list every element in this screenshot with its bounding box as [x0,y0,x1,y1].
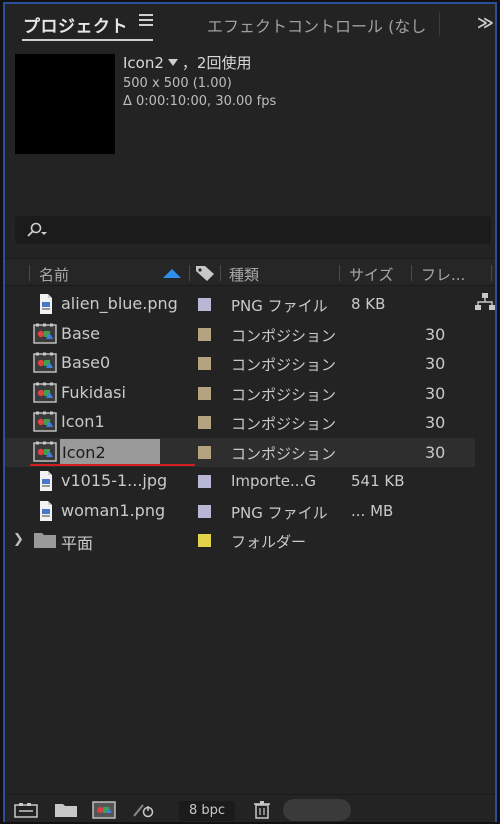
tab-divider [439,12,440,36]
composition-icon [33,382,57,404]
column-divider[interactable] [491,265,492,281]
column-type[interactable]: 種類 [229,264,259,285]
column-header: 名前 種類 サイズ フレ... [5,258,495,286]
item-frame-rate: 30 [425,383,446,403]
preview-usage: ，2回使用 [181,54,252,72]
more-tabs-icon[interactable]: ≫ [477,13,494,32]
item-name[interactable]: v1015-1...jpg [61,471,167,490]
item-name[interactable]: alien_blue.png [61,294,178,313]
item-row[interactable]: Base コンポジション 30 [5,320,475,349]
project-settings-icon[interactable] [131,800,157,820]
new-folder-icon[interactable] [53,800,79,820]
item-frame-rate: 30 [425,324,446,344]
item-row[interactable]: woman1.png PNG ファイル ... MB [5,497,475,526]
item-name[interactable]: Icon2 [60,438,160,466]
label-color-swatch[interactable] [198,386,211,400]
folder-row[interactable]: ❯ 平面 フォルダー [5,526,475,555]
project-panel: プロジェクト エフェクトコントロール (なし ≫ Icon2 ，2回使用 500 … [3,2,497,822]
item-type: Importe...G [231,472,316,490]
preview-info: Icon2 ，2回使用 500 x 500 (1.00) Δ 0:00:10:00… [123,52,276,109]
flowchart-icon[interactable] [474,292,496,312]
item-frame-rate: 30 [425,413,446,432]
item-type: コンポジション [231,385,337,404]
file-icon [33,293,57,315]
column-size[interactable]: サイズ [349,264,394,285]
preview-dimensions: 500 x 500 (1.00) [123,76,232,91]
label-color-swatch[interactable] [198,504,211,518]
item-name[interactable]: 平面 [61,530,93,554]
preview-duration: Δ 0:00:10:00, 30.00 fps [123,94,277,109]
active-tab-indicator [22,39,153,41]
preview-name-line[interactable]: Icon2 ，2回使用 [123,52,276,73]
label-color-swatch[interactable] [198,534,211,547]
composition-icon [33,323,57,345]
item-name[interactable]: Fukidasi [61,383,126,402]
item-type: コンポジション [231,415,337,433]
composition-icon [33,352,57,374]
column-divider[interactable] [339,265,340,281]
item-type: コンポジション [231,326,337,345]
search-icon[interactable] [25,222,49,238]
label-color-swatch[interactable] [198,298,211,311]
item-row[interactable]: Base0 コンポジション 30 [5,349,475,378]
label-color-swatch[interactable] [198,475,211,488]
label-color-swatch[interactable] [198,416,211,429]
column-divider[interactable] [220,265,221,281]
label-color-swatch[interactable] [198,357,211,370]
column-divider[interactable] [189,265,190,281]
search-input[interactable] [15,216,491,244]
item-size: ... MB [351,501,394,520]
horizontal-scrollbar[interactable] [283,799,351,821]
label-tag-icon[interactable] [194,264,216,282]
column-divider[interactable] [29,265,30,281]
item-row[interactable]: Fukidasi コンポジション 30 [5,379,475,408]
interpret-footage-icon[interactable] [13,800,39,820]
bottom-toolbar: 8 bpc [5,794,495,822]
item-size: 541 KB [351,472,405,490]
file-icon [33,470,57,492]
folder-icon [33,529,57,551]
item-row[interactable]: alien_blue.png PNG ファイル 8 KB [5,290,475,319]
item-type: フォルダー [231,533,307,551]
selection-underline [30,464,195,466]
tab-effect-controls[interactable]: エフェクトコントロール (なし [207,13,439,37]
item-frame-rate: 30 [425,354,446,373]
item-name[interactable]: Base [61,324,100,343]
item-row[interactable]: Icon2 コンポジション 30 [5,437,475,467]
item-type: PNG ファイル [231,503,328,522]
panel-tab-bar: プロジェクト エフェクトコントロール (なし ≫ [5,4,495,42]
column-frames[interactable]: フレ... [421,264,465,285]
label-color-swatch[interactable] [198,327,211,341]
item-name[interactable]: Base0 [61,353,110,372]
new-composition-icon[interactable] [91,800,117,820]
composition-icon [33,441,57,463]
trash-icon[interactable] [249,800,275,820]
item-size: 8 KB [351,295,386,313]
item-row[interactable]: Icon1 コンポジション 30 [5,408,475,437]
sort-ascending-icon[interactable] [163,269,181,278]
panel-menu-icon[interactable] [139,14,153,28]
expand-chevron-icon[interactable]: ❯ [13,532,24,547]
item-frame-rate: 30 [425,442,446,462]
column-divider[interactable] [411,265,412,281]
color-depth-button[interactable]: 8 bpc [179,801,235,821]
item-type: コンポジション [231,356,337,374]
item-name[interactable]: Icon1 [61,412,105,431]
usage-dropdown-icon[interactable] [167,59,178,66]
item-row[interactable]: v1015-1...jpg Importe...G 541 KB [5,467,475,496]
item-type: PNG ファイル [231,297,328,315]
composition-icon [33,411,57,433]
label-color-swatch[interactable] [198,445,211,459]
file-icon [33,500,57,522]
item-type: コンポジション [231,444,337,463]
preview-item-name: Icon2 [123,54,164,72]
tab-project[interactable]: プロジェクト [23,12,128,37]
preview-thumbnail [15,54,115,154]
column-name[interactable]: 名前 [39,264,69,285]
item-name[interactable]: woman1.png [61,501,165,520]
